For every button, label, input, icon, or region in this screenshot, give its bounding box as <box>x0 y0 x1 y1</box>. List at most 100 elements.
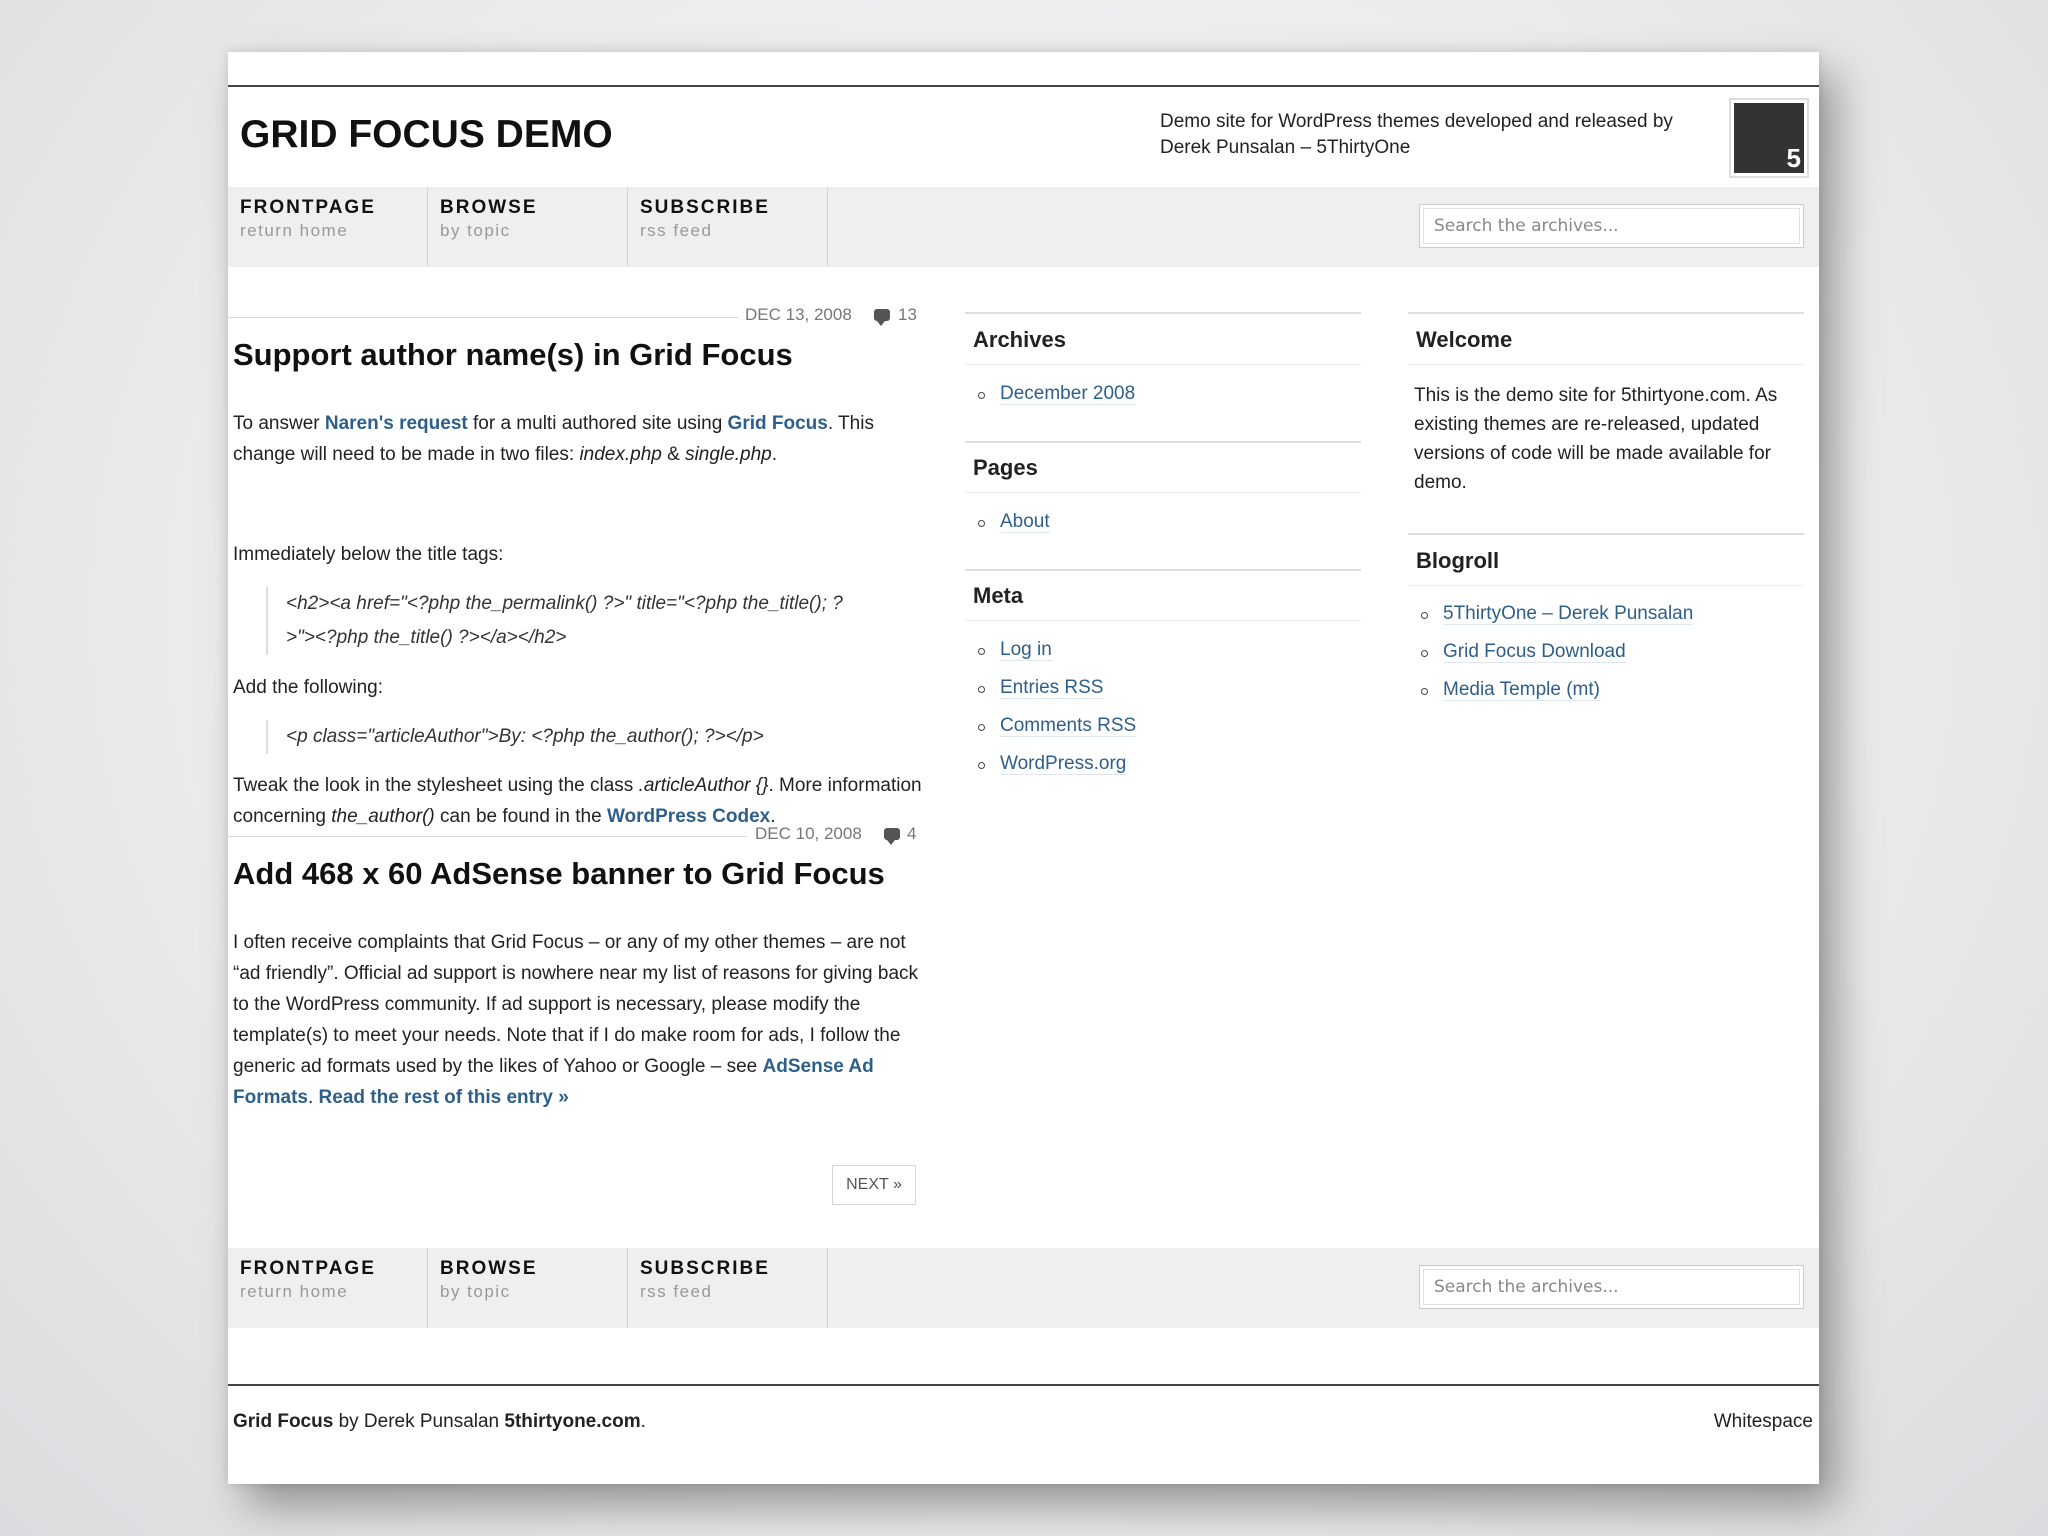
code-block: <h2><a href="<?php the_permalink() ?>" t… <box>266 587 846 655</box>
filename: single.php <box>685 444 772 465</box>
post-date: DEC 13, 2008 <box>745 305 852 324</box>
nav-subscribe-title: SUBSCRIBE <box>640 197 770 218</box>
post-title[interactable]: Add 468 x 60 AdSense banner to Grid Focu… <box>233 856 885 892</box>
blogroll-list: 5ThirtyOne – Derek Punsalan Grid Focus D… <box>1416 603 1694 717</box>
logo[interactable]: 5 <box>1729 98 1809 178</box>
list-item: Entries RSS <box>973 677 1136 715</box>
top-navbar: FRONTPAGE return home BROWSE by topic SU… <box>228 187 1819 267</box>
nav-browse-sub: by topic <box>440 221 511 240</box>
next-page-button[interactable]: NEXT » <box>832 1165 916 1205</box>
footer-whitespace-link[interactable]: Whitespace <box>1714 1411 1813 1433</box>
text: for a multi authored site using <box>467 413 728 434</box>
list-item: Comments RSS <box>973 715 1137 753</box>
comment-icon <box>884 828 900 845</box>
nav-browse-title: BROWSE <box>440 197 538 218</box>
post-title[interactable]: Support author name(s) in Grid Focus <box>233 337 793 373</box>
list-item: About <box>973 511 1050 549</box>
site-description: Demo site for WordPress themes developed… <box>1160 111 1673 158</box>
widget-divider <box>965 569 1361 571</box>
post-paragraph: I often receive complaints that Grid Foc… <box>233 927 923 1113</box>
comment-count[interactable]: 13 <box>898 305 917 325</box>
nav-subscribe-sub: rss feed <box>640 221 713 240</box>
welcome-text: This is the demo site for 5thirtyone.com… <box>1414 385 1778 493</box>
meta-link-comments-rss[interactable]: Comments RSS <box>1000 715 1137 737</box>
archive-link[interactable]: December 2008 <box>1000 383 1136 405</box>
nav-frontpage-sub: return home <box>240 1282 349 1301</box>
post-paragraph: To answer Naren's request for a multi au… <box>233 408 923 470</box>
meta-divider <box>228 317 738 318</box>
text: . <box>307 1087 319 1108</box>
list-item: 5ThirtyOne – Derek Punsalan <box>1416 603 1694 641</box>
footer-text: . <box>640 1411 646 1432</box>
read-more-link[interactable]: Read the rest of this entry » <box>319 1087 569 1108</box>
text: . <box>771 444 777 465</box>
nav-subscribe-sub: rss feed <box>640 1282 713 1301</box>
widget-divider <box>965 441 1361 443</box>
archives-list: December 2008 <box>973 383 1136 421</box>
nav-frontpage[interactable]: FRONTPAGE return home <box>228 187 428 267</box>
widget-divider <box>1408 364 1804 365</box>
text: To answer <box>233 413 325 434</box>
search-input[interactable] <box>1423 208 1800 244</box>
meta-divider <box>228 836 747 837</box>
meta-link-wordpress[interactable]: WordPress.org <box>1000 753 1127 775</box>
post-meta: DEC 10, 2008 4 <box>228 824 918 848</box>
widget-divider <box>965 312 1361 314</box>
code-inline: .articleAuthor {} <box>638 775 769 796</box>
nav-subscribe-title: SUBSCRIBE <box>640 1258 770 1279</box>
post-meta: DEC 13, 2008 13 <box>228 305 918 329</box>
search-box <box>1419 1265 1804 1309</box>
widget-title-blogroll: Blogroll <box>1416 548 1500 573</box>
list-item: Log in <box>973 639 1136 677</box>
nav-browse[interactable]: BROWSE by topic <box>428 1248 628 1328</box>
nav-frontpage-title: FRONTPAGE <box>240 1258 376 1279</box>
widget-title-pages: Pages <box>973 455 1038 480</box>
nav-subscribe[interactable]: SUBSCRIBE rss feed <box>628 187 828 267</box>
page-container: GRID FOCUS DEMO Demo site for WordPress … <box>228 52 1819 1484</box>
nav-frontpage-title: FRONTPAGE <box>240 197 376 218</box>
text: & <box>661 444 686 465</box>
post-date: DEC 10, 2008 <box>755 824 862 843</box>
page-link[interactable]: About <box>1000 511 1050 533</box>
list-item: Grid Focus Download <box>1416 641 1693 679</box>
blogroll-link[interactable]: Grid Focus Download <box>1443 641 1626 663</box>
meta-link-entries-rss[interactable]: Entries RSS <box>1000 677 1104 699</box>
search-input[interactable] <box>1423 1269 1800 1305</box>
widget-title-meta: Meta <box>973 583 1024 608</box>
list-item: December 2008 <box>973 383 1136 421</box>
link-grid-focus[interactable]: Grid Focus <box>728 413 828 434</box>
widget-divider <box>1408 585 1804 586</box>
nav-frontpage[interactable]: FRONTPAGE return home <box>228 1248 428 1328</box>
top-divider <box>228 85 1819 87</box>
widget-title-welcome: Welcome <box>1416 327 1513 352</box>
link-narens-request[interactable]: Naren's request <box>325 413 468 434</box>
post-paragraph: Tweak the look in the stylesheet using t… <box>233 770 923 832</box>
widget-divider <box>1408 533 1804 535</box>
nav-subscribe[interactable]: SUBSCRIBE rss feed <box>628 1248 828 1328</box>
post-paragraph: Add the following: <box>233 677 383 698</box>
filename: index.php <box>579 444 662 465</box>
widget-divider <box>965 364 1361 365</box>
list-item: WordPress.org <box>973 753 1136 791</box>
comment-icon <box>874 309 890 326</box>
bottom-navbar: FRONTPAGE return home BROWSE by topic SU… <box>228 1248 1819 1328</box>
footer-divider <box>228 1384 1819 1386</box>
pages-list: About <box>973 511 1050 549</box>
footer-site-link[interactable]: 5thirtyone.com <box>504 1411 640 1432</box>
nav-browse-sub: by topic <box>440 1282 511 1301</box>
site-title[interactable]: GRID FOCUS DEMO <box>240 113 613 157</box>
code-block: <p class="articleAuthor">By: <?php the_a… <box>266 720 846 754</box>
logo-number: 5 <box>1786 143 1801 173</box>
widget-title-archives: Archives <box>973 327 1066 352</box>
blogroll-link[interactable]: 5ThirtyOne – Derek Punsalan <box>1443 603 1694 625</box>
blogroll-link[interactable]: Media Temple (mt) <box>1443 679 1600 701</box>
text: Tweak the look in the stylesheet using t… <box>233 775 639 796</box>
comment-count[interactable]: 4 <box>907 824 916 844</box>
footer-theme-link[interactable]: Grid Focus <box>233 1411 333 1432</box>
nav-browse-title: BROWSE <box>440 1258 538 1279</box>
nav-browse[interactable]: BROWSE by topic <box>428 187 628 267</box>
meta-list: Log in Entries RSS Comments RSS WordPres… <box>973 639 1137 791</box>
nav-frontpage-sub: return home <box>240 221 349 240</box>
search-box <box>1419 204 1804 248</box>
meta-link-login[interactable]: Log in <box>1000 639 1052 661</box>
